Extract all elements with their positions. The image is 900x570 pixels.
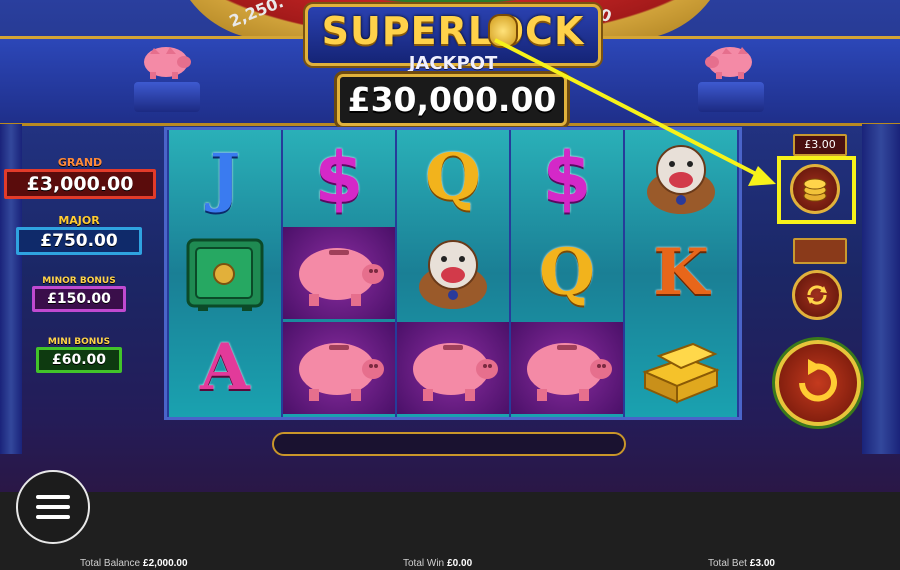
pig-statue-right [705, 47, 752, 79]
reel-3: Q [397, 130, 509, 417]
autoplay-icon [807, 285, 827, 305]
prize-mini-label: MINI BONUS [47, 337, 111, 347]
total-win-label: Total Win [403, 558, 445, 569]
total-balance: Total Balance £2,000.00 [80, 558, 188, 569]
prize-grand-value: £3,000.00 [4, 169, 156, 199]
symbol-pig [397, 322, 509, 414]
piggy-bank-icon [413, 343, 498, 401]
hamburger-line [36, 495, 70, 499]
total-bet: Total Bet £3.00 [708, 558, 775, 569]
prize-minor: MINOR BONUS £150.00 [32, 276, 126, 312]
symbol-a: A [200, 330, 250, 405]
highlight-box [777, 156, 856, 224]
game-area: 2,250. 0 SUPERLOCK JACKPOT £30,000.00 GR… [0, 0, 900, 492]
symbol-pig [511, 322, 623, 414]
spin-icon [799, 359, 837, 402]
logo-title: SUPERLOCK [321, 9, 585, 53]
prize-major: MAJOR £750.00 [16, 214, 142, 255]
prize-mini: MINI BONUS £60.00 [36, 337, 122, 373]
symbol-bulldog [625, 132, 737, 224]
piggy-bank-icon [299, 343, 384, 401]
symbol-bulldog [397, 227, 509, 319]
game-logo: SUPERLOCK JACKPOT [305, 4, 601, 74]
prize-grand: GRAND £3,000.00 [4, 156, 156, 199]
symbol-k: K [653, 235, 709, 310]
pig-statue-left [144, 47, 191, 79]
total-win-value: £0.00 [447, 558, 473, 569]
total-bet-value: £3.00 [749, 558, 775, 569]
menu-button[interactable] [16, 470, 90, 544]
symbol-dollar: $ [542, 137, 592, 219]
symbol-dollar: $ [314, 137, 364, 219]
gold-bars-icon [642, 342, 720, 404]
bulldog-icon [419, 240, 487, 309]
prize-major-value: £750.00 [16, 227, 142, 255]
piggy-bank-icon [299, 248, 384, 306]
reel-5: K [625, 130, 737, 417]
prize-major-label: MAJOR [58, 214, 100, 227]
total-balance-value: £2,000.00 [143, 558, 188, 569]
prize-mini-value: £60.00 [36, 347, 122, 373]
option-slot[interactable] [793, 238, 847, 264]
hamburger-line [36, 505, 70, 509]
symbol-j: J [209, 140, 241, 215]
autoplay-button[interactable] [792, 270, 842, 320]
jackpot-value: £30,000.00 [337, 74, 567, 126]
win-message-bar [272, 432, 626, 456]
piggy-bank-icon [527, 343, 612, 401]
symbol-q: Q [425, 140, 481, 215]
reel-grid[interactable]: J A $ Q $ Q K [164, 127, 742, 420]
symbol-pig [283, 322, 395, 414]
logo-subtitle: JACKPOT [408, 53, 498, 74]
reel-2: $ [283, 130, 395, 417]
prize-grand-label: GRAND [57, 156, 103, 169]
symbol-safe [169, 227, 281, 319]
bulldog-icon [647, 145, 715, 214]
hamburger-line [36, 515, 70, 519]
bet-display: £3.00 [793, 134, 847, 156]
symbol-q: Q [539, 235, 595, 310]
total-bet-label: Total Bet [708, 558, 747, 569]
symbol-pig [283, 227, 395, 319]
prize-minor-value: £150.00 [32, 286, 126, 312]
pedestal-left [134, 82, 200, 112]
lock-icon [488, 14, 518, 48]
pedestal-right [698, 82, 764, 112]
spin-button[interactable] [775, 340, 861, 426]
total-win: Total Win £0.00 [403, 558, 472, 569]
symbol-gold [625, 322, 737, 414]
reel-4: $ Q [511, 130, 623, 417]
prize-minor-label: MINOR BONUS [42, 276, 116, 286]
pillar-right [862, 124, 900, 454]
total-balance-label: Total Balance [80, 558, 141, 569]
reel-1: J A [169, 130, 281, 417]
safe-icon [186, 238, 264, 311]
